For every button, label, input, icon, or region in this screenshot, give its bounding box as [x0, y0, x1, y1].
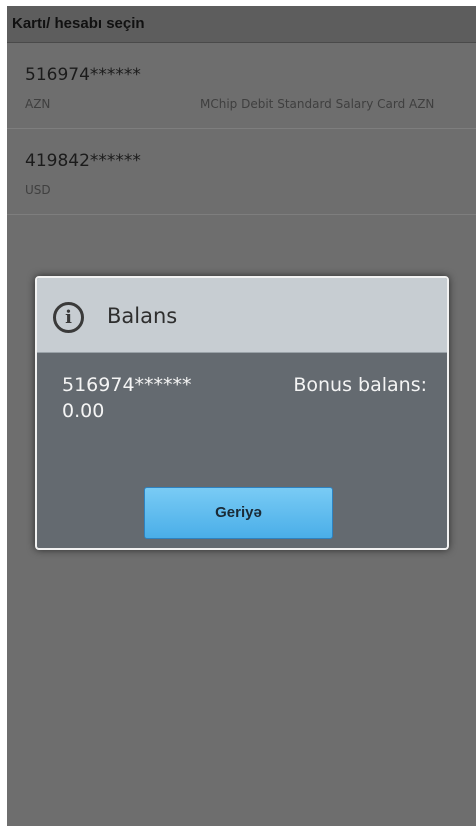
- back-button[interactable]: Geriyə: [144, 487, 333, 539]
- bonus-balance-value: 0.00: [62, 400, 105, 422]
- dialog-card-number: 516974******: [62, 374, 192, 396]
- title-bar: Kartı/ hesabı seçin: [7, 6, 476, 43]
- bonus-balance-label: Bonus balans:: [293, 374, 427, 396]
- account-number: 516974******: [25, 65, 141, 85]
- info-icon: i: [53, 302, 84, 333]
- account-currency: AZN: [25, 97, 51, 111]
- page-title: Kartı/ hesabı seçin: [12, 15, 145, 32]
- account-list-item[interactable]: 419842****** USD: [7, 129, 476, 215]
- account-number: 419842******: [25, 151, 141, 171]
- balance-dialog: i Balans 516974****** Bonus balans: 0.00…: [35, 276, 449, 550]
- dialog-header: i Balans: [37, 278, 447, 353]
- account-list-item[interactable]: 516974****** AZN MChip Debit Standard Sa…: [7, 43, 476, 129]
- account-card-type: MChip Debit Standard Salary Card AZN: [200, 97, 435, 111]
- account-currency: USD: [25, 183, 51, 197]
- dialog-title: Balans: [107, 304, 178, 328]
